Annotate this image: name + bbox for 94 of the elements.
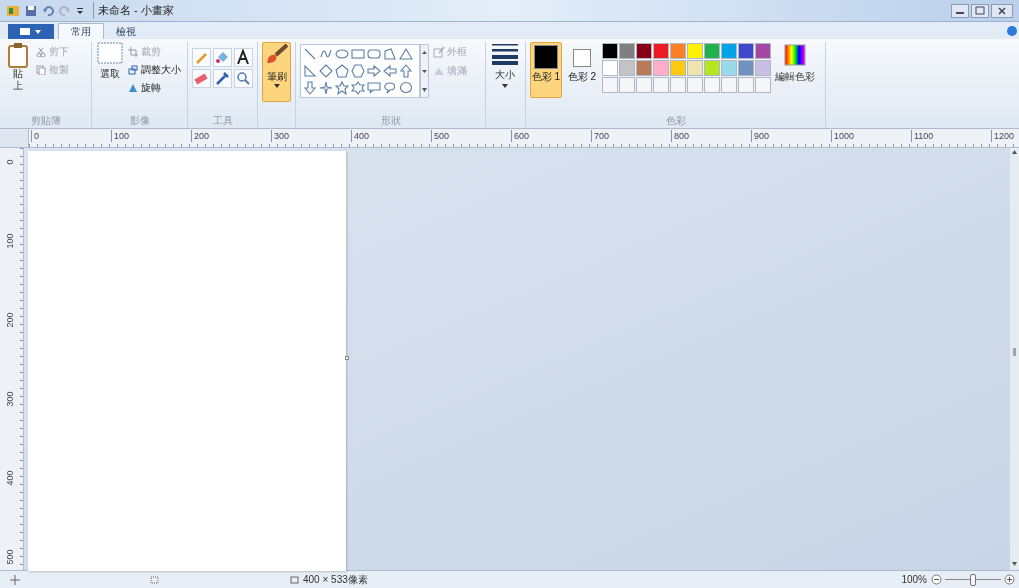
zoom-percentage: 100%	[901, 573, 927, 587]
palette-color[interactable]	[653, 60, 669, 76]
image-action-button[interactable]: 旋轉	[128, 80, 181, 95]
ruler-label: 1100	[911, 130, 934, 142]
palette-color[interactable]	[721, 60, 737, 76]
ruler-label: 1200	[991, 130, 1015, 142]
window-title: 未命名 - 小畫家	[93, 2, 174, 19]
canvas-size-text: 400 × 533像素	[303, 573, 368, 587]
rotate-icon	[128, 82, 138, 93]
ruler-label: 0	[5, 159, 15, 165]
select-button[interactable]: 選取	[96, 42, 124, 114]
palette-color[interactable]	[619, 60, 635, 76]
palette-color[interactable]	[670, 60, 686, 76]
palette-color[interactable]	[602, 43, 618, 59]
move-cursor-icon	[10, 574, 20, 585]
ruler-label: 100	[111, 130, 130, 142]
ruler-label: 200	[191, 130, 210, 142]
shape-gallery-drawing[interactable]	[300, 44, 420, 98]
caret-icon	[273, 84, 280, 88]
palette-color[interactable]	[602, 60, 618, 76]
group-label: 色彩	[664, 114, 687, 128]
group-label: 工具	[211, 114, 234, 128]
ruler-label: 400	[5, 470, 15, 486]
ruler-label: 300	[5, 391, 15, 407]
zoom-out-icon[interactable]	[931, 574, 942, 585]
color-picker-icon[interactable]	[213, 69, 232, 88]
resize-icon	[128, 64, 138, 75]
line-width-icon	[492, 43, 518, 65]
color-spectrum-icon	[784, 44, 806, 66]
palette-color[interactable]	[687, 60, 703, 76]
zoom-slider-thumb[interactable]	[970, 573, 976, 586]
palette-color[interactable]	[619, 43, 635, 59]
ribbon-tab[interactable]: 檢視	[104, 23, 148, 39]
ruler-label: 400	[351, 130, 370, 142]
help-icon[interactable]	[1007, 26, 1017, 36]
palette-color[interactable]	[704, 60, 720, 76]
outline-icon	[433, 45, 445, 58]
group-label: 剪貼簿	[29, 114, 62, 128]
caret-icon	[502, 84, 508, 88]
palette-color[interactable]	[670, 43, 686, 59]
palette-color[interactable]	[755, 60, 771, 76]
undo-icon[interactable]	[42, 4, 54, 17]
ruler-label: 1000	[831, 130, 855, 142]
fill-bucket-icon[interactable]	[213, 48, 232, 67]
selection-rectangle-icon	[97, 42, 123, 64]
paste-button[interactable]: 貼上	[4, 42, 32, 114]
crop-icon	[128, 46, 138, 57]
palette-color[interactable]	[636, 43, 652, 59]
palette-color[interactable]	[636, 60, 652, 76]
save-icon[interactable]	[25, 4, 37, 17]
group-label: 形狀	[379, 114, 402, 128]
ruler-label: 800	[671, 130, 690, 142]
palette-color[interactable]	[738, 60, 754, 76]
palette-color[interactable]	[704, 43, 720, 59]
ruler-label: 500	[5, 549, 15, 565]
canvas-size-icon	[290, 574, 300, 585]
selection-size-icon	[150, 574, 160, 585]
ruler-label: 200	[5, 312, 15, 328]
color-selector-button[interactable]: 色彩 1	[530, 42, 562, 98]
palette-color[interactable]	[738, 43, 754, 59]
palette-color[interactable]	[721, 43, 737, 59]
ruler-label: 700	[591, 130, 610, 142]
eraser-icon[interactable]	[192, 69, 211, 88]
ruler-label: 600	[511, 130, 530, 142]
vertical-scrollbar-icon[interactable]	[1010, 148, 1019, 570]
edit-colors-button[interactable]: 編輯色彩	[775, 42, 815, 114]
text-icon[interactable]	[234, 48, 253, 67]
zoom-in-icon[interactable]	[1004, 574, 1015, 585]
minimize-icon[interactable]	[951, 3, 969, 18]
group-label: 影像	[128, 114, 151, 128]
application-menu-icon[interactable]	[8, 24, 54, 39]
close-icon[interactable]	[991, 3, 1013, 18]
paint-app-icon	[6, 3, 20, 18]
gallery-scroll-icon[interactable]	[420, 44, 429, 98]
ruler-label: 500	[431, 130, 450, 142]
ribbon-tab[interactable]: 常用	[58, 23, 104, 39]
image-action-button[interactable]: 調整大小	[128, 62, 181, 77]
customize-dropdown-icon[interactable]	[76, 5, 84, 16]
palette-color[interactable]	[653, 43, 669, 59]
resize-handle[interactable]	[345, 356, 349, 360]
ruler-label: 0	[31, 130, 39, 142]
palette-color[interactable]	[755, 43, 771, 59]
palette-color[interactable]	[687, 43, 703, 59]
scissors-icon	[36, 46, 46, 57]
redo-icon[interactable]	[59, 4, 71, 17]
clipboard-icon	[7, 42, 29, 68]
ruler-label: 900	[751, 130, 770, 142]
color-selector-button[interactable]: 色彩 2	[566, 42, 598, 98]
brushes-button[interactable]: 筆刷	[262, 42, 291, 102]
ruler-label: 100	[5, 233, 15, 249]
copy-icon	[36, 64, 46, 75]
size-button[interactable]: 大小	[490, 42, 520, 128]
ruler-label: 300	[271, 130, 290, 142]
magnifier-icon[interactable]	[234, 69, 253, 88]
